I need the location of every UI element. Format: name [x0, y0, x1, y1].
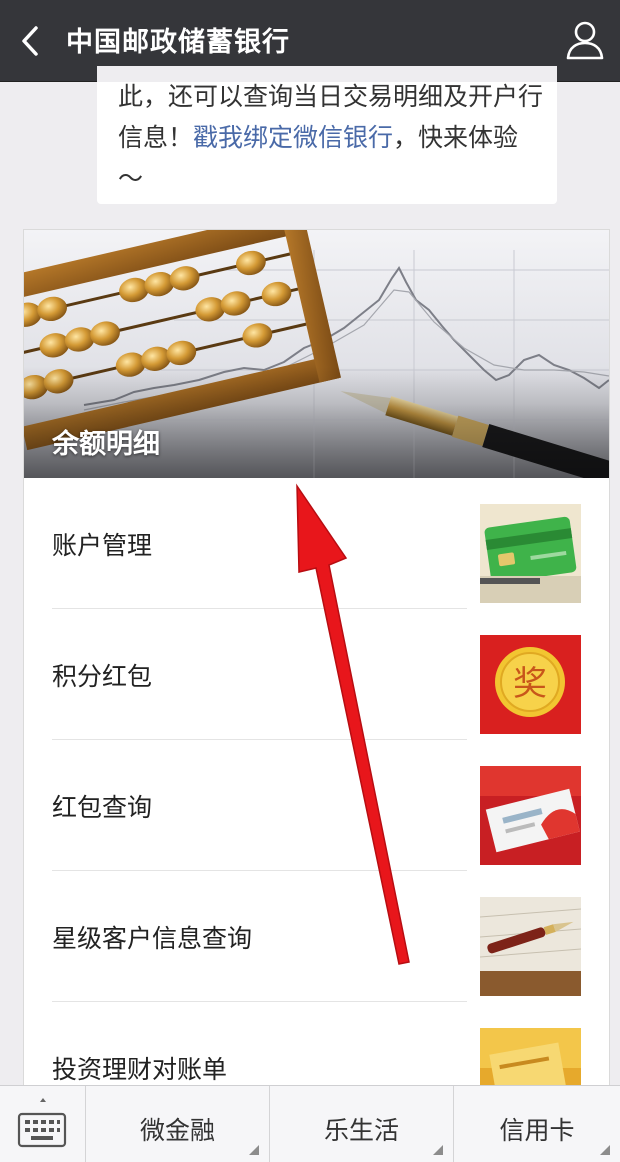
menu-item-account-management[interactable]: 账户管理: [24, 478, 609, 609]
menu-happy-life[interactable]: 乐生活: [270, 1086, 454, 1162]
scroll-clip: [97, 66, 557, 82]
page-title: 中国邮政储蓄银行: [66, 27, 290, 58]
menu-item-label: 积分红包: [52, 661, 153, 691]
submenu-indicator-icon: [600, 1145, 610, 1155]
menu-label: 信用卡: [499, 1116, 575, 1145]
menu-item-star-customer-info-query[interactable]: 星级客户信息查询: [24, 871, 609, 1002]
menu-item-red-packet-query[interactable]: 红包查询: [24, 740, 609, 871]
person-icon: [566, 21, 604, 60]
menu-item-points-red-packet[interactable]: 积分红包 奖: [24, 609, 609, 740]
red-packet-award-thumbnail: 奖: [480, 635, 581, 734]
menu-item-label: 投资理财对账单: [52, 1054, 228, 1084]
keyboard-icon: [17, 1098, 67, 1148]
red-envelope-thumbnail: [480, 766, 581, 865]
message-bubble: 此，还可以查询当日交易明细及开户行信息！戳我绑定微信银行，快来体验～: [97, 66, 557, 204]
menu-credit-card[interactable]: 信用卡: [454, 1086, 620, 1162]
bind-wechat-bank-link[interactable]: 戳我绑定微信银行: [193, 123, 393, 152]
menu-label: 乐生活: [323, 1116, 399, 1145]
article-card: 余额明细 账户管理 积分红包 奖 红包查询 星级客户信息查询 投资理财对账单: [23, 229, 610, 1127]
message-text: 此，还可以查询当日交易明细及开户行信息！戳我绑定微信银行，快来体验～: [118, 76, 543, 199]
submenu-indicator-icon: [433, 1145, 443, 1155]
banner-title: 余额明细: [52, 429, 160, 460]
menu-label: 微金融: [139, 1116, 215, 1145]
menu-item-label: 账户管理: [52, 530, 153, 560]
back-button[interactable]: [14, 22, 48, 60]
award-character: 奖: [513, 664, 547, 704]
menu-micro-finance[interactable]: 微金融: [86, 1086, 270, 1162]
bank-card-thumbnail: [480, 504, 581, 603]
menu-item-label: 星级客户信息查询: [52, 923, 253, 953]
profile-button[interactable]: [564, 18, 606, 62]
banner-balance-details[interactable]: 余额明细: [24, 230, 609, 478]
bottom-menu-bar: 微金融 乐生活 信用卡: [0, 1085, 620, 1162]
fountain-pen-thumbnail: [480, 897, 581, 996]
back-arrow-icon: [22, 26, 38, 56]
keyboard-toggle-button[interactable]: [0, 1086, 86, 1162]
submenu-indicator-icon: [249, 1145, 259, 1155]
menu-item-label: 红包查询: [52, 792, 153, 822]
